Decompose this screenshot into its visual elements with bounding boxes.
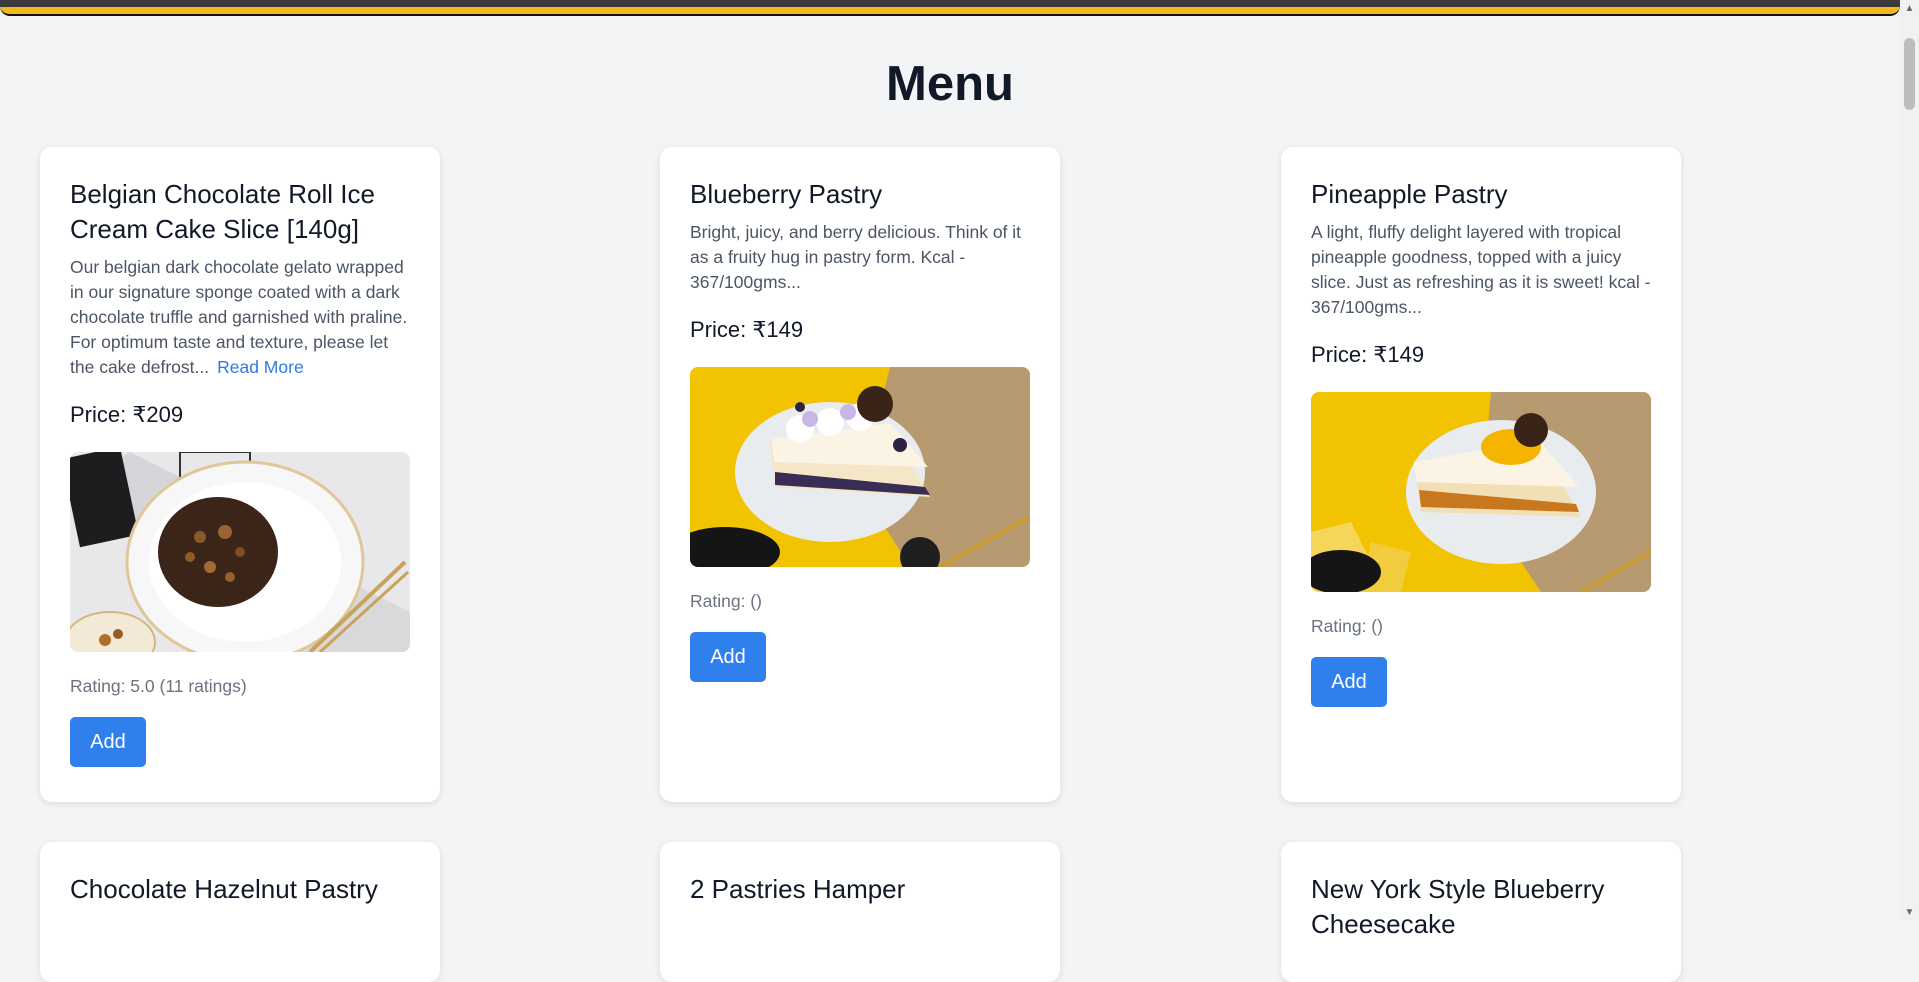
triangle-down-icon[interactable]: ▼: [1900, 904, 1919, 921]
navbar-strip: [0, 0, 1900, 7]
product-description: Our belgian dark chocolate gelato wrappe…: [70, 255, 410, 380]
product-description: Bright, juicy, and berry delicious. Thin…: [690, 222, 1022, 292]
vertical-scrollbar[interactable]: ▲ ▼: [1900, 0, 1919, 921]
pineapple-pastry-image: [1311, 392, 1651, 592]
scrollbar-thumb[interactable]: [1904, 38, 1915, 110]
triangle-up-icon[interactable]: ▲: [1900, 0, 1919, 17]
product-description: A light, fluffy delight layered with tro…: [1311, 222, 1651, 317]
top-navbar: [0, 0, 1900, 16]
product-name: Belgian Chocolate Roll Ice Cream Cake Sl…: [70, 179, 375, 244]
product-card: Blueberry Pastry Bright, juicy, and berr…: [660, 147, 1060, 802]
add-to-cart-button[interactable]: Add: [70, 717, 146, 767]
product-card: 2 Pastries Hamper: [660, 842, 1060, 982]
read-more-link[interactable]: Read More: [217, 357, 304, 377]
product-name: New York Style Blueberry Cheesecake: [1311, 874, 1605, 939]
add-to-cart-button[interactable]: Add: [690, 632, 766, 682]
product-image: [1311, 392, 1651, 592]
product-rating: Rating: (): [690, 591, 762, 611]
product-card: New York Style Blueberry Cheesecake: [1281, 842, 1681, 982]
chocolate-cake-image: [70, 452, 410, 652]
product-name: 2 Pastries Hamper: [690, 874, 906, 904]
product-name: Chocolate Hazelnut Pastry: [70, 874, 378, 904]
product-card: Belgian Chocolate Roll Ice Cream Cake Sl…: [40, 147, 440, 802]
product-rating: Rating: (): [1311, 616, 1383, 636]
add-to-cart-button[interactable]: Add: [1311, 657, 1387, 707]
product-card: Chocolate Hazelnut Pastry: [40, 842, 440, 982]
product-image: [690, 367, 1030, 567]
product-price: Price: ₹149: [1311, 342, 1425, 367]
product-card: Pineapple Pastry A light, fluffy delight…: [1281, 147, 1681, 802]
product-image: [70, 452, 410, 652]
product-name: Pineapple Pastry: [1311, 179, 1508, 209]
blueberry-pastry-image: [690, 367, 1030, 567]
product-price: Price: ₹149: [690, 317, 804, 342]
product-name: Blueberry Pastry: [690, 179, 883, 209]
product-price: Price: ₹209: [70, 402, 184, 427]
product-rating: Rating: 5.0 (11 ratings): [70, 676, 247, 696]
page-title: Menu: [886, 57, 1014, 111]
